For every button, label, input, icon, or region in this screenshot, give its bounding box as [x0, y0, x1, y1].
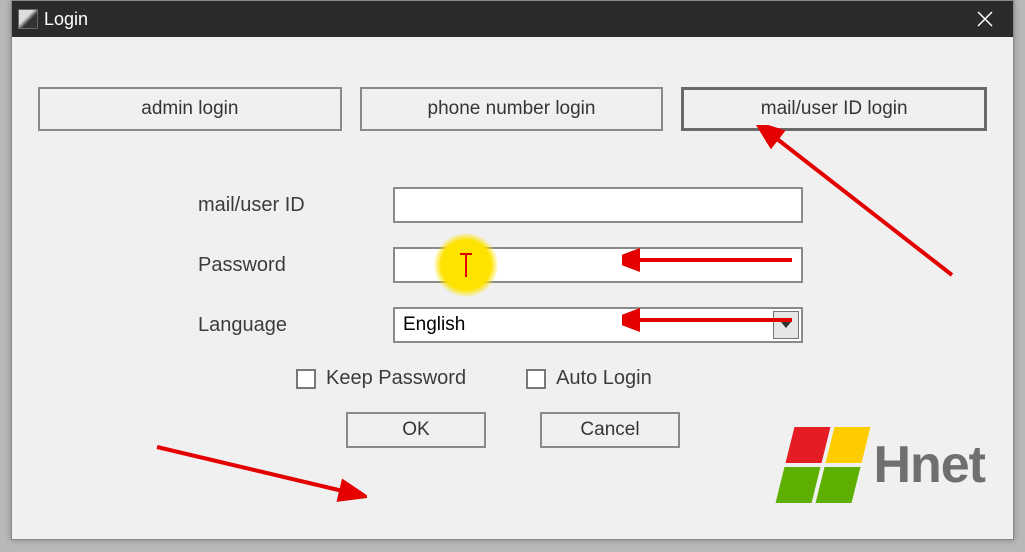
login-tabs: admin login phone number login mail/user… — [38, 87, 987, 131]
checkbox-auto-login[interactable]: Auto Login — [526, 367, 652, 390]
label-keep-password: Keep Password — [326, 367, 466, 390]
select-language[interactable]: English — [393, 307, 803, 343]
ok-button[interactable]: OK — [346, 412, 486, 448]
logo-tiles-icon — [776, 427, 871, 503]
select-language-value: English — [403, 314, 465, 336]
label-password: Password — [38, 254, 393, 277]
chevron-down-icon[interactable] — [773, 311, 799, 339]
logo-text: Hnet — [873, 435, 985, 495]
row-language: Language English — [38, 307, 987, 343]
checkbox-keep-password[interactable]: Keep Password — [296, 367, 466, 390]
checkbox-box-icon — [526, 369, 546, 389]
tab-mail-user-id-login[interactable]: mail/user ID login — [681, 87, 987, 131]
login-window: Login admin login phone number login mai… — [11, 0, 1014, 540]
window-title: Login — [44, 9, 88, 30]
content-area: admin login phone number login mail/user… — [12, 37, 1013, 539]
close-icon — [977, 11, 993, 27]
app-icon — [18, 9, 38, 29]
checkbox-box-icon — [296, 369, 316, 389]
row-checkboxes: Keep Password Auto Login — [296, 367, 987, 390]
tab-admin-login[interactable]: admin login — [38, 87, 342, 131]
close-button[interactable] — [963, 1, 1007, 37]
label-auto-login: Auto Login — [556, 367, 652, 390]
label-language: Language — [38, 314, 393, 337]
cancel-button[interactable]: Cancel — [540, 412, 680, 448]
titlebar: Login — [12, 1, 1013, 37]
input-user-id[interactable] — [393, 187, 803, 223]
row-password: Password — [38, 247, 987, 283]
brand-logo: Hnet — [785, 427, 985, 503]
input-password[interactable] — [393, 247, 803, 283]
label-user-id: mail/user ID — [38, 194, 393, 217]
arrow-annotation-icon — [147, 437, 367, 507]
row-user-id: mail/user ID — [38, 187, 987, 223]
tab-phone-login[interactable]: phone number login — [360, 87, 664, 131]
